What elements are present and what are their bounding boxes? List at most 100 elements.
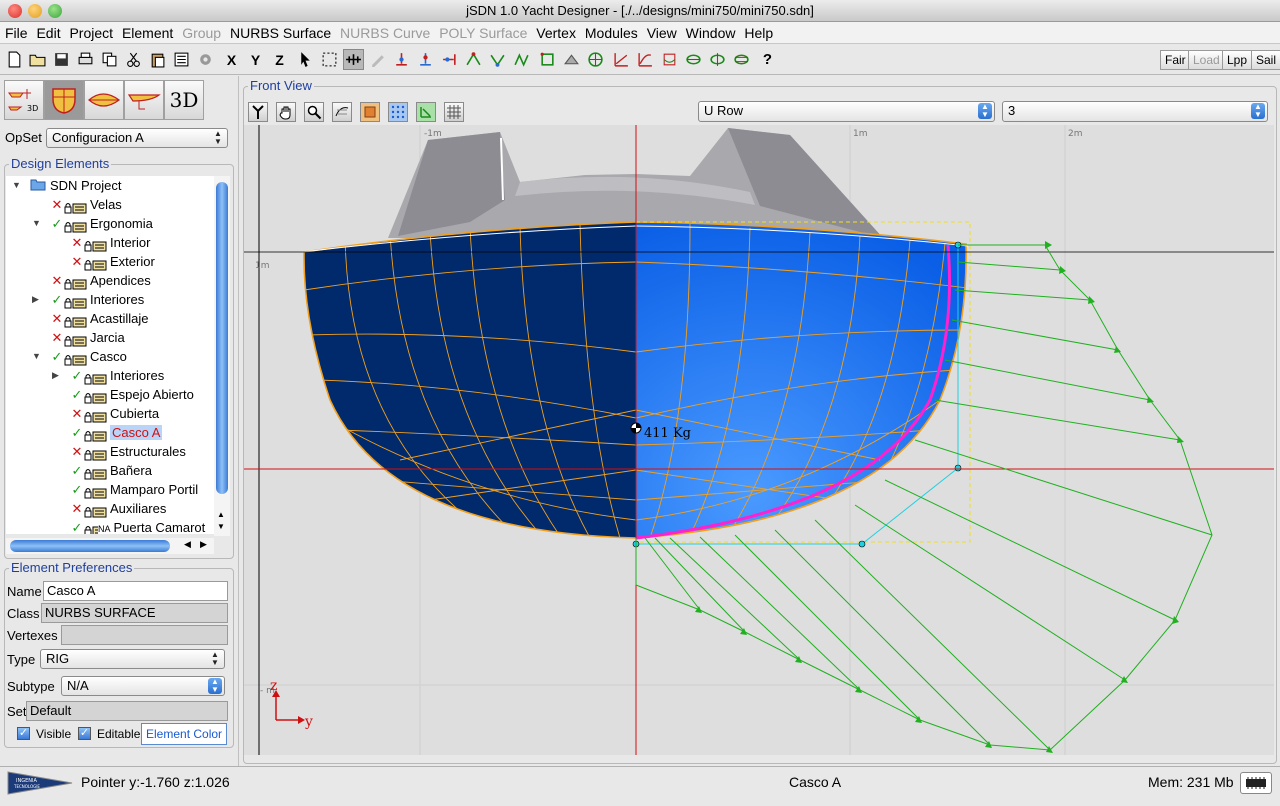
- menu-window[interactable]: Window: [681, 22, 736, 44]
- scroll-down-icon[interactable]: ▼: [217, 522, 225, 531]
- scroll-up-icon[interactable]: ▲: [217, 510, 225, 519]
- axis-x-button[interactable]: X: [221, 49, 242, 70]
- cross-icon[interactable]: ✕: [70, 233, 84, 252]
- tree-item[interactable]: ✕ Cubierta: [6, 404, 214, 423]
- menu-vertex[interactable]: Vertex: [531, 22, 576, 44]
- tree-item[interactable]: ▼ ✓ Casco: [6, 347, 214, 366]
- tree-item[interactable]: ✕ Apendices: [6, 271, 214, 290]
- tree-item[interactable]: ▼ SDN Project: [6, 176, 214, 195]
- tree-item[interactable]: ✕ Velas: [6, 195, 214, 214]
- element-color-button[interactable]: Element Color: [141, 723, 228, 745]
- expanded-triangle-icon[interactable]: ▼: [12, 176, 22, 195]
- curve-tool-1-icon[interactable]: [611, 49, 632, 70]
- menu-modules[interactable]: Modules: [580, 22, 638, 44]
- tree-item[interactable]: ▼ ✓ Ergonomia: [6, 214, 214, 233]
- vertex-tool-1-icon[interactable]: [391, 49, 412, 70]
- pan-hand-icon[interactable]: [276, 102, 296, 122]
- menu-project[interactable]: Project: [64, 22, 113, 44]
- check-icon[interactable]: ✓: [70, 385, 84, 404]
- select-box-icon[interactable]: [319, 49, 340, 70]
- zoom-magnifier-icon[interactable]: [304, 102, 324, 122]
- open-folder-icon[interactable]: [27, 49, 48, 70]
- menu-element[interactable]: Element: [117, 22, 173, 44]
- tree-item[interactable]: ✕ Exterior: [6, 252, 214, 271]
- menu-nurbs-curve[interactable]: NURBS Curve: [335, 22, 430, 44]
- menu-help[interactable]: Help: [739, 22, 773, 44]
- sail-button[interactable]: Sail: [1251, 50, 1280, 70]
- expanded-triangle-icon[interactable]: ▼: [32, 347, 42, 366]
- check-icon[interactable]: ✓: [50, 290, 64, 309]
- shade-toggle-icon[interactable]: [360, 102, 380, 122]
- mode-tab-plan[interactable]: [84, 80, 124, 120]
- scroll-right-icon[interactable]: ▶: [200, 539, 207, 550]
- check-icon[interactable]: ✓: [70, 461, 84, 480]
- tree-item[interactable]: ✕ Acastillaje: [6, 309, 214, 328]
- mode-tab-3d[interactable]: 3D: [164, 80, 204, 120]
- grid-toggle-icon[interactable]: [444, 102, 464, 122]
- menu-group[interactable]: Group: [177, 22, 221, 44]
- surface-tool-1-icon[interactable]: [537, 49, 558, 70]
- copy-icon[interactable]: [99, 49, 120, 70]
- check-icon[interactable]: ✓: [70, 423, 84, 442]
- load-button[interactable]: Load: [1188, 50, 1225, 70]
- tree-item[interactable]: ✕ Jarcia: [6, 328, 214, 347]
- fair-button[interactable]: Fair: [1160, 50, 1191, 70]
- tree-item[interactable]: ✓ Espejo Abierto: [6, 385, 214, 404]
- vertex-tool-2-icon[interactable]: [415, 49, 436, 70]
- axis-z-button[interactable]: Z: [269, 49, 290, 70]
- menu-edit[interactable]: Edit: [31, 22, 60, 44]
- tree-item[interactable]: ▶ ✓ Interiores: [6, 366, 214, 385]
- type-select[interactable]: RIG ▲ ▼: [40, 649, 225, 669]
- tree-item[interactable]: ✓ Mamparo Portil: [6, 480, 214, 499]
- tree-horizontal-scrollbar[interactable]: ◀ ▶: [6, 538, 214, 554]
- check-icon[interactable]: ✓: [70, 518, 84, 534]
- view-options-icon[interactable]: [248, 102, 268, 122]
- cross-icon[interactable]: ✕: [70, 252, 84, 271]
- tree-item[interactable]: ✕ Auxiliares: [6, 499, 214, 518]
- paste-icon[interactable]: [147, 49, 168, 70]
- check-icon[interactable]: ✓: [70, 480, 84, 499]
- section-tool-1-icon[interactable]: [683, 49, 704, 70]
- cut-icon[interactable]: [123, 49, 144, 70]
- row-type-select[interactable]: U Row ▲ ▼: [698, 101, 995, 122]
- menu-poly-surface[interactable]: POLY Surface: [434, 22, 527, 44]
- lpp-button[interactable]: Lpp: [1222, 50, 1253, 70]
- vertex-tool-5-icon[interactable]: [487, 49, 508, 70]
- vertex-tool-6-icon[interactable]: [511, 49, 532, 70]
- properties-icon[interactable]: [171, 49, 192, 70]
- expanded-triangle-icon[interactable]: ▼: [32, 214, 42, 233]
- move-tool-icon[interactable]: [343, 49, 364, 70]
- zoom-window-button[interactable]: [48, 4, 62, 18]
- check-icon[interactable]: ✓: [50, 214, 64, 233]
- cross-icon[interactable]: ✕: [70, 442, 84, 461]
- cross-icon[interactable]: ✕: [50, 309, 64, 328]
- cross-icon[interactable]: ✕: [50, 195, 64, 214]
- tree-vertical-scroll-thumb[interactable]: [216, 182, 228, 494]
- tree-item[interactable]: ✓ Bañera: [6, 461, 214, 480]
- surface-tool-3-icon[interactable]: [585, 49, 606, 70]
- pointer-icon[interactable]: [295, 49, 316, 70]
- cross-icon[interactable]: ✕: [50, 328, 64, 347]
- check-icon[interactable]: ✓: [70, 366, 84, 385]
- visible-checkbox[interactable]: ✓: [17, 727, 30, 740]
- save-icon[interactable]: [51, 49, 72, 70]
- tree-horizontal-scroll-thumb[interactable]: [10, 540, 170, 552]
- tree-item[interactable]: ✓ NA Puerta Camarot: [6, 518, 214, 534]
- minimize-window-button[interactable]: [28, 4, 42, 18]
- tree-item[interactable]: ✕ Estructurales: [6, 442, 214, 461]
- axis-y-button[interactable]: Y: [245, 49, 266, 70]
- cross-icon[interactable]: ✕: [70, 499, 84, 518]
- fit-view-icon[interactable]: [332, 102, 352, 122]
- name-field[interactable]: Casco A: [43, 581, 228, 601]
- tree-item[interactable]: ✕ Interior: [6, 233, 214, 252]
- mode-tab-profile[interactable]: [124, 80, 164, 120]
- memory-chip-icon[interactable]: [1240, 772, 1272, 794]
- scroll-left-icon[interactable]: ◀: [184, 539, 191, 550]
- section-tool-2-icon[interactable]: [707, 49, 728, 70]
- mode-tab-front[interactable]: [44, 80, 84, 120]
- cross-icon[interactable]: ✕: [70, 404, 84, 423]
- print-icon[interactable]: [75, 49, 96, 70]
- front-view-canvas[interactable]: -1m 1m 2m 1m - m 411 Kg z y: [244, 125, 1274, 755]
- curve-tool-3-icon[interactable]: [659, 49, 680, 70]
- editable-checkbox[interactable]: ✓: [78, 727, 91, 740]
